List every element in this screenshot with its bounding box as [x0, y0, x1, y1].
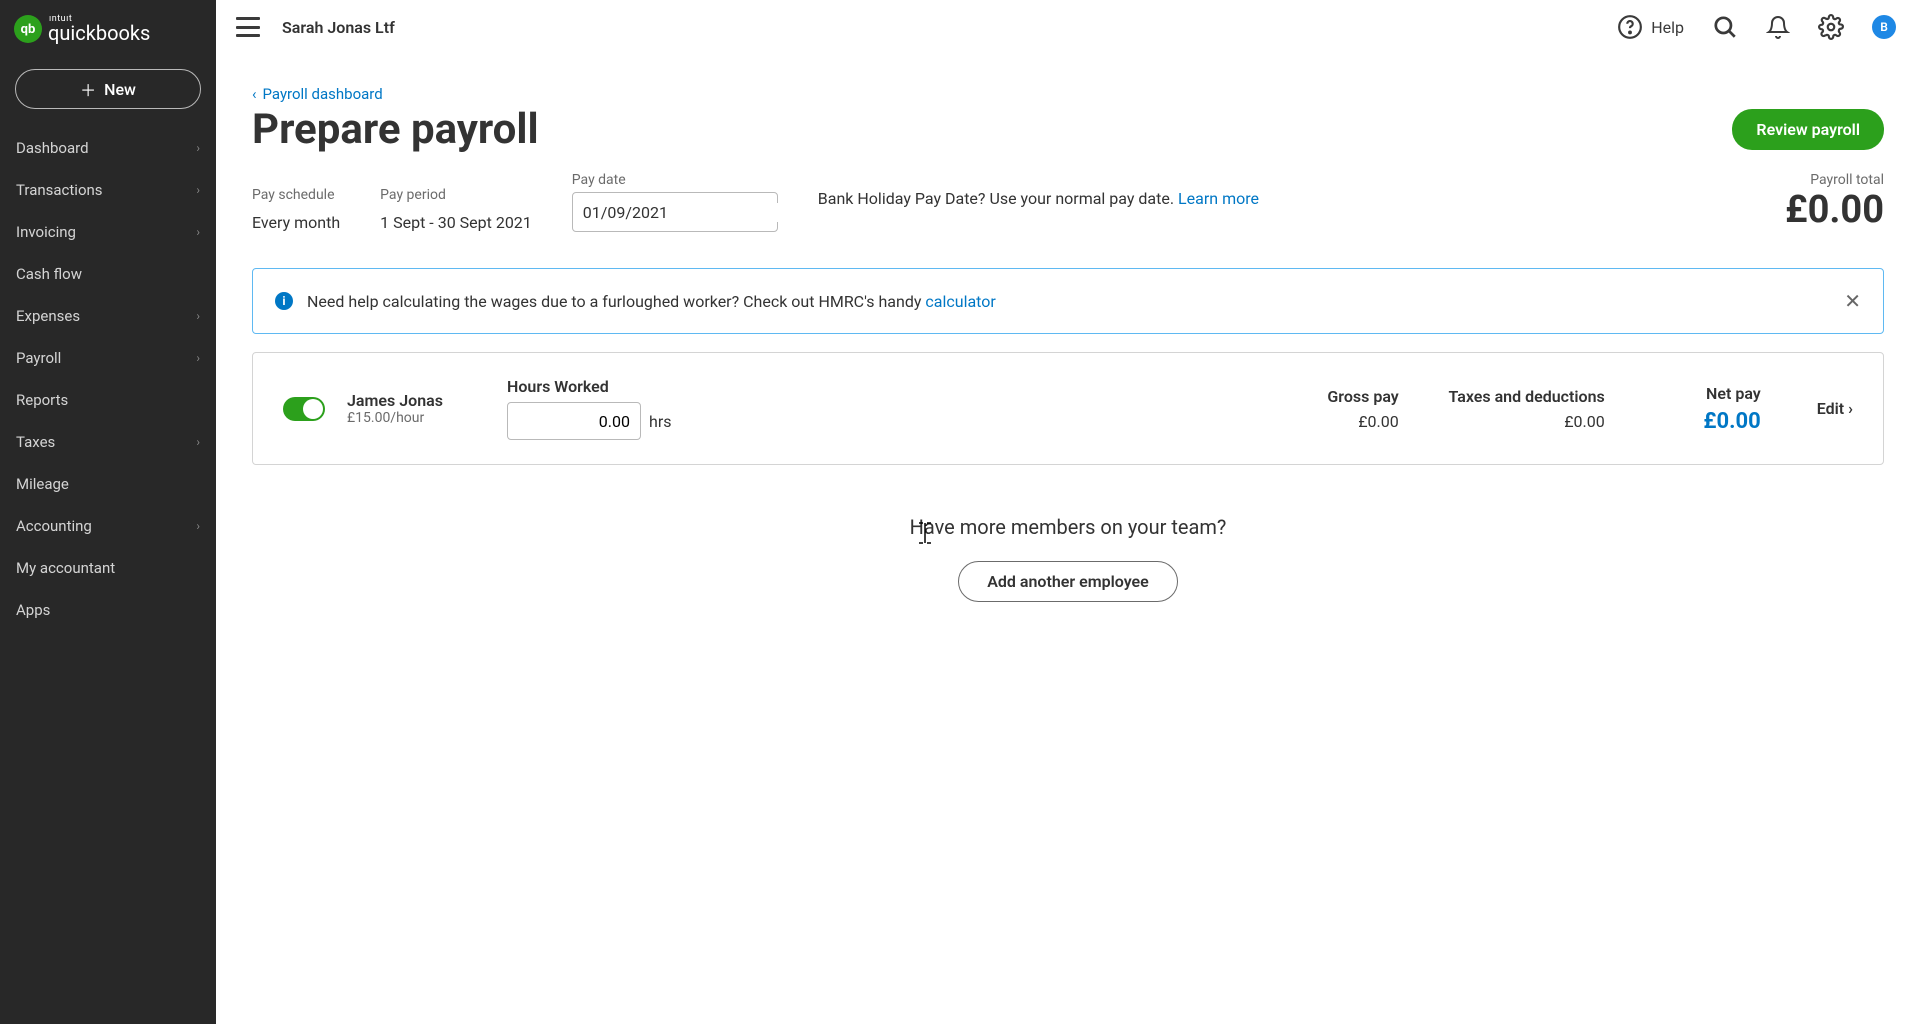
logo-main-text: quickbooks: [48, 24, 150, 43]
new-button[interactable]: ＋ New: [15, 69, 201, 109]
info-icon: i: [275, 292, 293, 310]
pay-date-input[interactable]: [583, 203, 786, 222]
plus-icon: ＋: [80, 77, 96, 101]
main-area: Sarah Jonas Ltf Help B ‹ Payroll dashboa…: [216, 0, 1920, 1024]
notifications-button[interactable]: [1766, 15, 1790, 39]
chevron-right-icon: ›: [196, 519, 200, 533]
employee-rate: £15.00/hour: [347, 410, 487, 426]
chevron-right-icon: ›: [196, 141, 200, 155]
pay-date-block: Pay date: [572, 172, 778, 232]
hours-worked-label: Hours Worked: [507, 377, 672, 396]
team-question: Have more members on your team?: [252, 515, 1884, 539]
pay-date-label: Pay date: [572, 172, 778, 188]
pay-period-block: Pay period 1 Sept - 30 Sept 2021: [380, 187, 532, 232]
chevron-right-icon: ›: [1848, 399, 1853, 418]
pay-schedule-label: Pay schedule: [252, 187, 340, 203]
payroll-total: Payroll total £0.00: [1785, 172, 1884, 232]
help-label: Help: [1651, 18, 1684, 37]
calculator-link[interactable]: calculator: [925, 292, 995, 311]
review-payroll-button[interactable]: Review payroll: [1732, 109, 1884, 150]
gear-icon: [1818, 14, 1844, 40]
company-name: Sarah Jonas Ltf: [282, 18, 395, 37]
chevron-left-icon: ‹: [252, 85, 257, 103]
edit-employee-link[interactable]: Edit ›: [1817, 399, 1853, 418]
topbar: Sarah Jonas Ltf Help B: [216, 0, 1920, 54]
net-pay-column: Net pay £0.00: [1641, 384, 1761, 434]
sidebar-item-taxes[interactable]: Taxes›: [0, 421, 216, 463]
sidebar-item-invoicing[interactable]: Invoicing›: [0, 211, 216, 253]
chevron-right-icon: ›: [196, 309, 200, 323]
chevron-right-icon: ›: [196, 183, 200, 197]
gross-pay-label: Gross pay: [1279, 387, 1399, 406]
sidebar-item-mileage[interactable]: Mileage: [0, 463, 216, 505]
employee-toggle[interactable]: [283, 397, 325, 421]
sidebar-item-dashboard[interactable]: Dashboard›: [0, 127, 216, 169]
sidebar-item-cash-flow[interactable]: Cash flow: [0, 253, 216, 295]
add-employee-button[interactable]: Add another employee: [958, 561, 1178, 602]
payroll-total-value: £0.00: [1785, 188, 1884, 232]
close-icon[interactable]: ✕: [1844, 289, 1861, 313]
taxes-value: £0.00: [1435, 412, 1605, 431]
holiday-note: Bank Holiday Pay Date? Use your normal p…: [818, 189, 1259, 216]
menu-icon[interactable]: [236, 17, 260, 37]
gross-pay-value: £0.00: [1279, 412, 1399, 431]
hours-worked-block: Hours Worked hrs: [507, 377, 672, 440]
search-button[interactable]: [1712, 14, 1738, 40]
info-banner: i Need help calculating the wages due to…: [252, 268, 1884, 334]
pay-schedule-block: Pay schedule Every month: [252, 187, 340, 232]
search-icon: [1712, 14, 1738, 40]
taxes-column: Taxes and deductions £0.00: [1435, 387, 1605, 431]
hours-worked-input[interactable]: [507, 402, 641, 440]
learn-more-link[interactable]: Learn more: [1178, 189, 1259, 208]
pay-date-field[interactable]: [572, 192, 778, 232]
page-title: Prepare payroll: [252, 105, 539, 154]
sidebar-item-my-accountant[interactable]: My accountant: [0, 547, 216, 589]
info-banner-text: Need help calculating the wages due to a…: [307, 292, 1830, 311]
net-pay-label: Net pay: [1641, 384, 1761, 403]
payroll-total-label: Payroll total: [1785, 172, 1884, 188]
sidebar: qb ıntuıt quickbooks ＋ New Dashboard› Tr…: [0, 0, 216, 1024]
net-pay-value: £0.00: [1641, 409, 1761, 434]
sidebar-item-expenses[interactable]: Expenses›: [0, 295, 216, 337]
pay-schedule-value: Every month: [252, 207, 340, 232]
new-button-label: New: [104, 80, 136, 99]
page-content: ‹ Payroll dashboard Prepare payroll Revi…: [216, 54, 1920, 1024]
settings-button[interactable]: [1818, 14, 1844, 40]
breadcrumb-label: Payroll dashboard: [263, 85, 383, 103]
pay-period-value: 1 Sept - 30 Sept 2021: [380, 207, 532, 232]
chevron-right-icon: ›: [196, 351, 200, 365]
employee-info: James Jonas £15.00/hour: [347, 391, 487, 426]
logo-icon: qb: [14, 15, 42, 43]
sidebar-item-apps[interactable]: Apps: [0, 589, 216, 631]
employee-card: James Jonas £15.00/hour Hours Worked hrs…: [252, 352, 1884, 465]
sidebar-item-accounting[interactable]: Accounting›: [0, 505, 216, 547]
gross-pay-column: Gross pay £0.00: [1279, 387, 1399, 431]
chevron-right-icon: ›: [196, 435, 200, 449]
pay-period-label: Pay period: [380, 187, 532, 203]
breadcrumb-link[interactable]: ‹ Payroll dashboard: [252, 85, 383, 103]
sidebar-item-payroll[interactable]: Payroll›: [0, 337, 216, 379]
chevron-right-icon: ›: [196, 225, 200, 239]
bell-icon: [1766, 15, 1790, 39]
help-button[interactable]: Help: [1617, 14, 1684, 40]
hours-suffix: hrs: [649, 412, 672, 431]
employee-name: James Jonas: [347, 391, 487, 410]
sidebar-item-reports[interactable]: Reports: [0, 379, 216, 421]
taxes-label: Taxes and deductions: [1435, 387, 1605, 406]
team-footer: Have more members on your team? Add anot…: [252, 515, 1884, 602]
sidebar-nav: Dashboard› Transactions› Invoicing› Cash…: [0, 127, 216, 631]
user-avatar[interactable]: B: [1872, 15, 1896, 39]
sidebar-item-transactions[interactable]: Transactions›: [0, 169, 216, 211]
help-icon: [1617, 14, 1643, 40]
brand-logo[interactable]: qb ıntuıt quickbooks: [0, 0, 216, 53]
